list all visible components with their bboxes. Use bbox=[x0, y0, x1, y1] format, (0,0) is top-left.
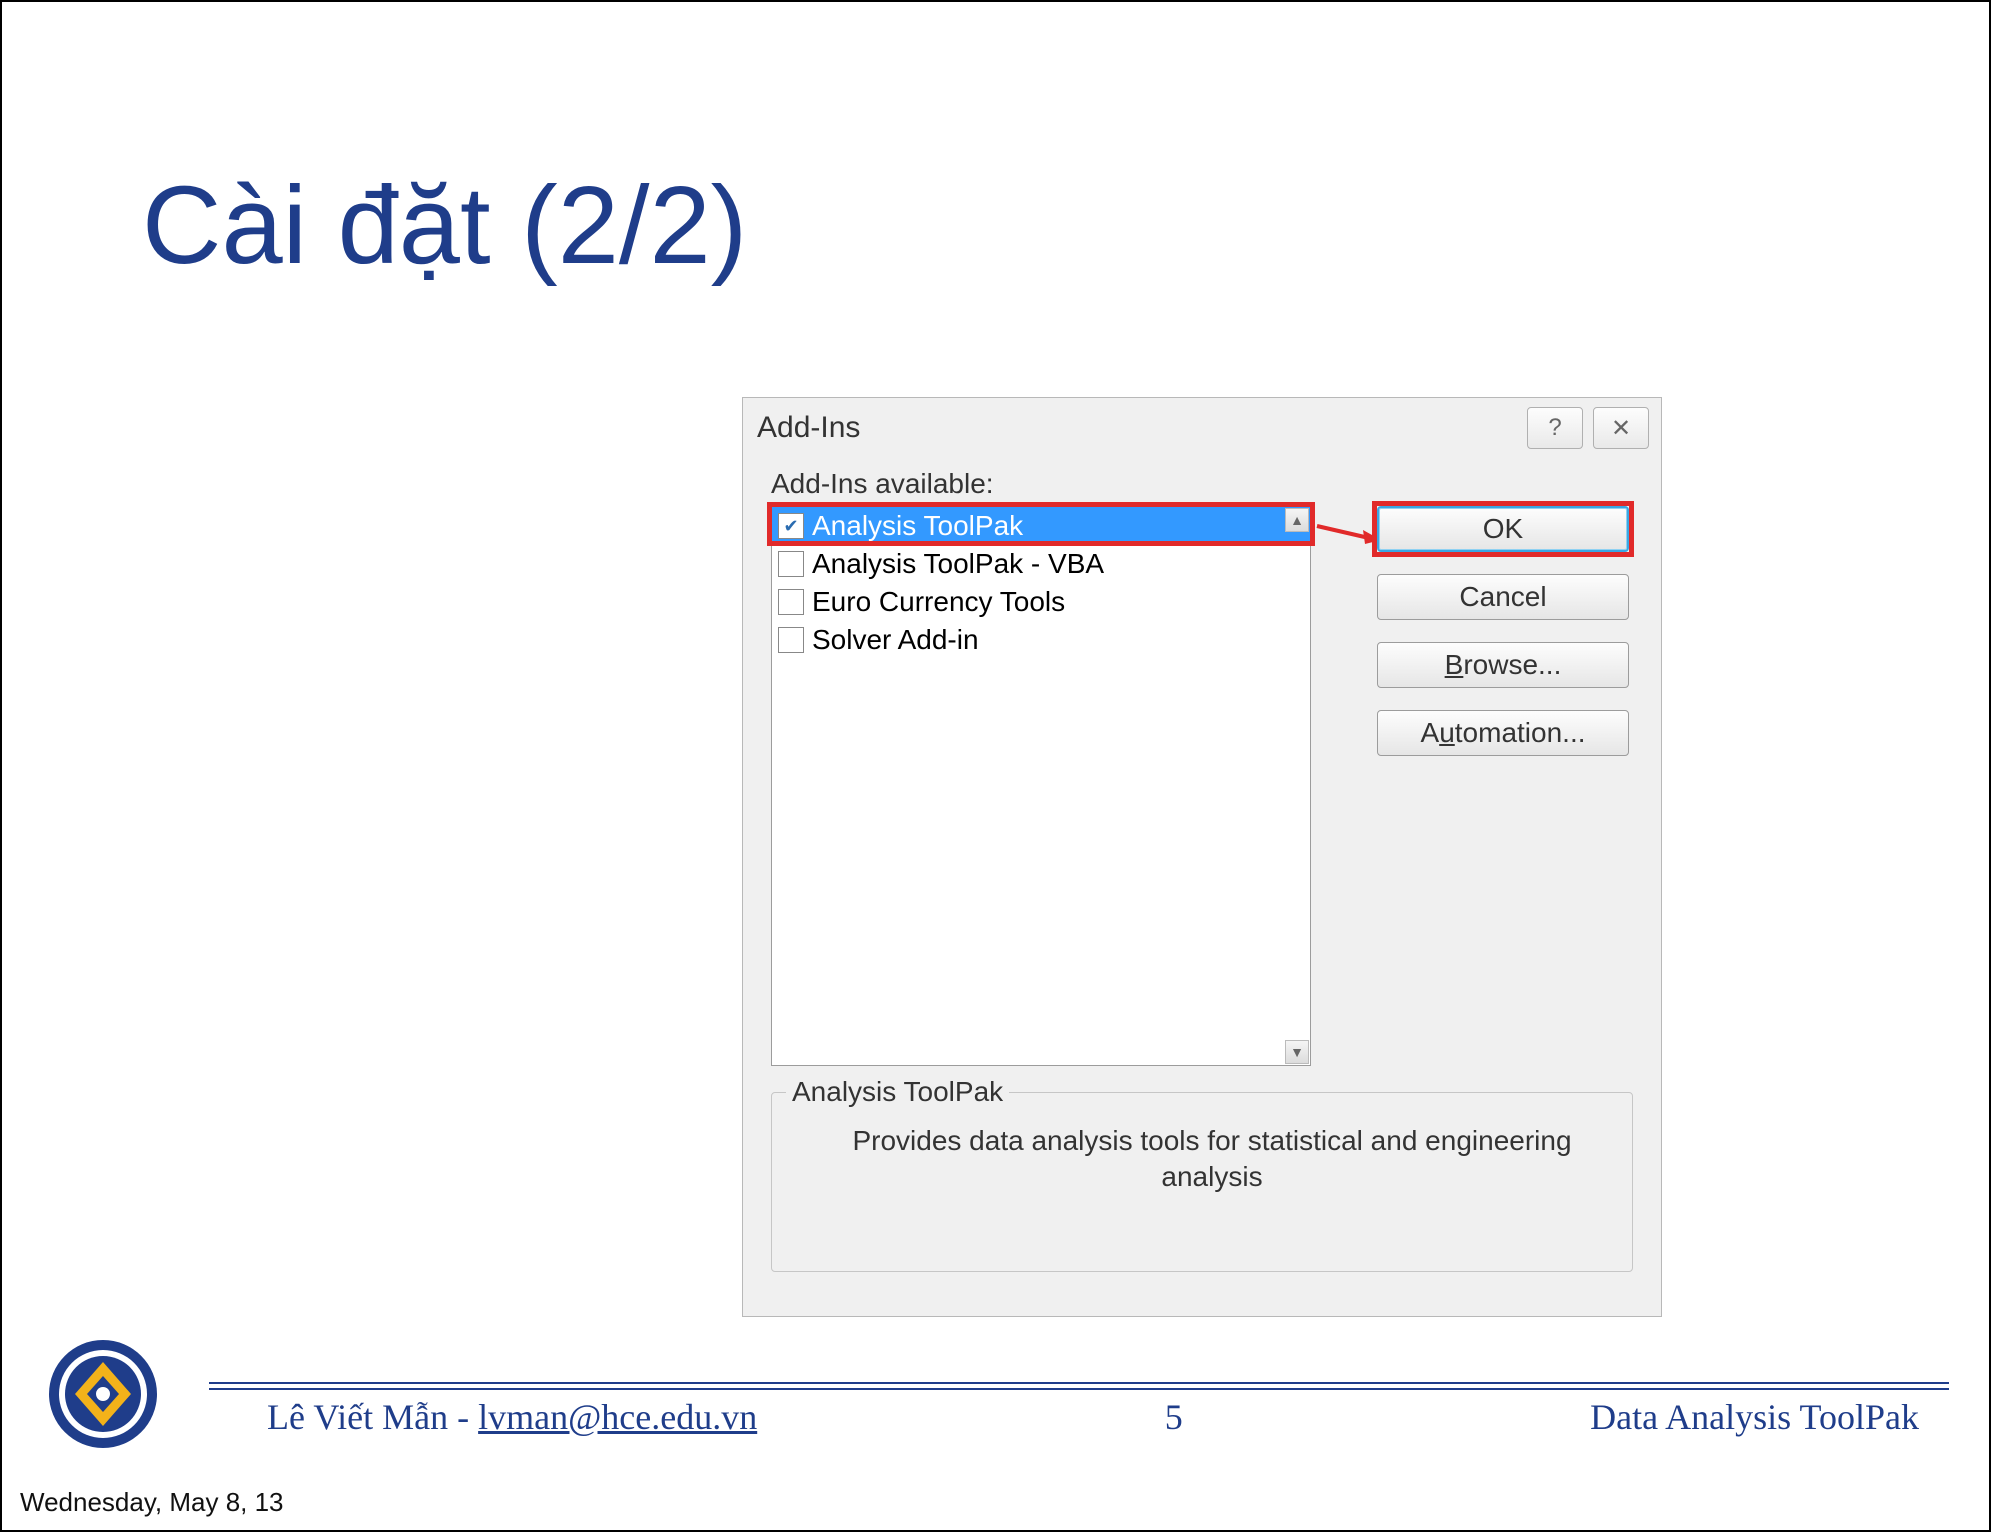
addins-listbox-wrap: ✔ Analysis ToolPak Analysis ToolPak - VB… bbox=[771, 506, 1331, 1066]
presenter-date: Wednesday, May 8, 13 bbox=[20, 1487, 284, 1518]
addin-item-label: Euro Currency Tools bbox=[812, 586, 1065, 618]
scroll-up-icon[interactable]: ▲ bbox=[1285, 508, 1309, 532]
slide: Cài đặt (2/2) Add-Ins ? ✕ Add-Ins availa… bbox=[2, 2, 1989, 1472]
browse-button-label: Browse... bbox=[1445, 649, 1562, 681]
dialog-titlebar: Add-Ins ? ✕ bbox=[743, 398, 1661, 458]
automation-button-label: Automation... bbox=[1421, 717, 1586, 749]
addin-item-label: Analysis ToolPak bbox=[812, 510, 1023, 542]
footer-email-link[interactable]: lvman@hce.edu.vn bbox=[478, 1397, 757, 1437]
automation-button[interactable]: Automation... bbox=[1377, 710, 1629, 756]
dialog-button-column: OK Cancel Browse... Automation... bbox=[1377, 506, 1629, 756]
ok-button-wrap: OK bbox=[1377, 506, 1629, 552]
checkbox-icon[interactable] bbox=[778, 589, 804, 615]
slide-title: Cài đặt (2/2) bbox=[142, 162, 747, 289]
ok-button[interactable]: OK bbox=[1377, 506, 1629, 552]
ok-button-label: OK bbox=[1483, 513, 1523, 545]
addin-item-label: Solver Add-in bbox=[812, 624, 979, 656]
footer-divider bbox=[209, 1382, 1949, 1384]
addins-listbox[interactable]: ✔ Analysis ToolPak Analysis ToolPak - VB… bbox=[771, 506, 1311, 1066]
close-button[interactable]: ✕ bbox=[1593, 407, 1649, 449]
addins-available-label: Add-Ins available: bbox=[771, 468, 994, 500]
checkbox-icon[interactable] bbox=[778, 551, 804, 577]
addin-description-legend: Analysis ToolPak bbox=[786, 1076, 1009, 1108]
checkbox-icon[interactable] bbox=[778, 627, 804, 653]
help-icon: ? bbox=[1548, 414, 1561, 442]
addin-item-label: Analysis ToolPak - VBA bbox=[812, 548, 1104, 580]
addin-description-group: Analysis ToolPak Provides data analysis … bbox=[771, 1092, 1633, 1272]
footer-row: Lê Viết Mẫn - lvman@hce.edu.vn 5 Data An… bbox=[267, 1396, 1919, 1438]
addin-item-analysis-toolpak-vba[interactable]: Analysis ToolPak - VBA bbox=[772, 545, 1310, 583]
titlebar-buttons: ? ✕ bbox=[1527, 407, 1649, 449]
addin-description-text: Provides data analysis tools for statist… bbox=[772, 1093, 1632, 1196]
cancel-button[interactable]: Cancel bbox=[1377, 574, 1629, 620]
footer-author: Lê Viết Mẫn - lvman@hce.edu.vn bbox=[267, 1396, 757, 1438]
checkbox-icon[interactable]: ✔ bbox=[778, 513, 804, 539]
addin-item-solver-addin[interactable]: Solver Add-in bbox=[772, 621, 1310, 659]
page: Cài đặt (2/2) Add-Ins ? ✕ Add-Ins availa… bbox=[0, 0, 1991, 1532]
footer-divider bbox=[209, 1388, 1949, 1390]
cancel-button-label: Cancel bbox=[1459, 581, 1546, 613]
scroll-down-icon[interactable]: ▼ bbox=[1285, 1040, 1309, 1064]
close-icon: ✕ bbox=[1611, 414, 1631, 443]
university-logo-icon bbox=[47, 1338, 159, 1450]
dialog-title: Add-Ins bbox=[757, 411, 860, 445]
browse-button[interactable]: Browse... bbox=[1377, 642, 1629, 688]
footer-topic: Data Analysis ToolPak bbox=[1590, 1396, 1919, 1438]
addin-item-analysis-toolpak[interactable]: ✔ Analysis ToolPak bbox=[772, 507, 1310, 545]
help-button[interactable]: ? bbox=[1527, 407, 1583, 449]
addin-item-euro-currency-tools[interactable]: Euro Currency Tools bbox=[772, 583, 1310, 621]
addins-dialog: Add-Ins ? ✕ Add-Ins available: ✔ bbox=[742, 397, 1662, 1317]
page-number: 5 bbox=[1165, 1396, 1183, 1438]
